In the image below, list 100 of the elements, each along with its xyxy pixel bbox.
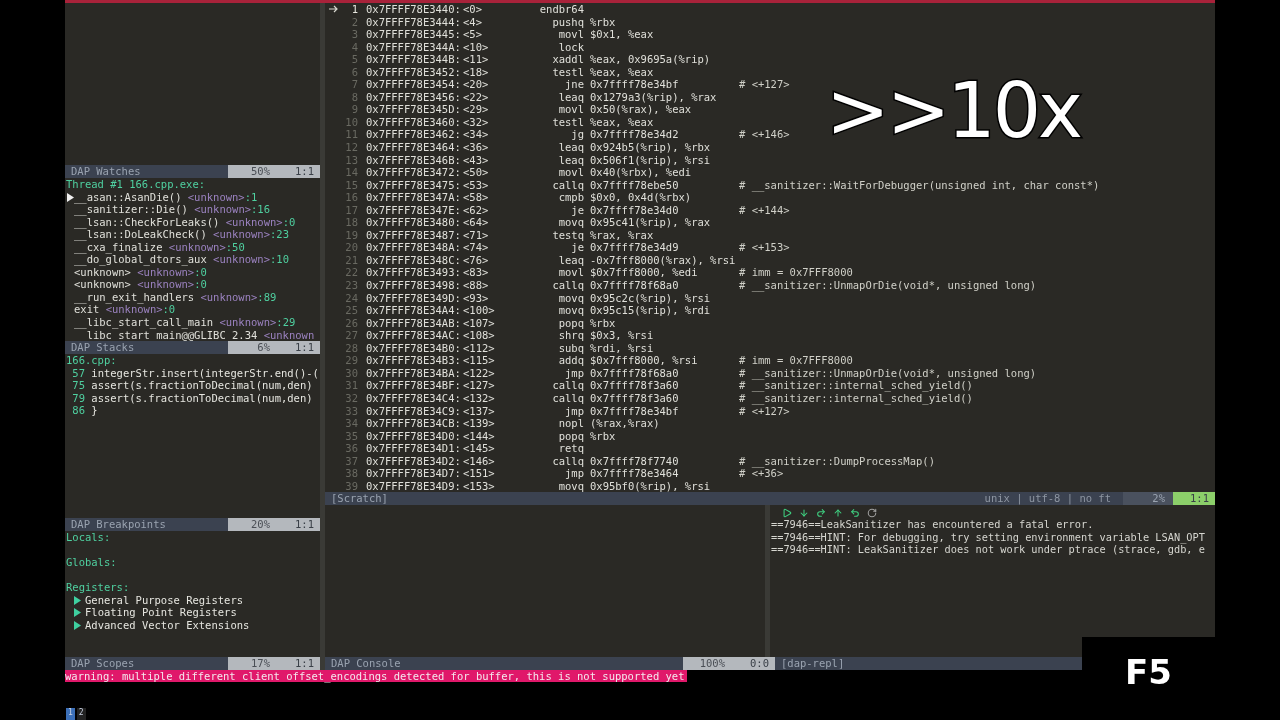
line-number: 35 [344,429,358,443]
mnemonic: leaq [557,253,585,267]
line-number: 25 [344,304,358,317]
address: 0x7FFFF78E3454: [366,78,462,91]
line-number: 26 [344,316,358,330]
comment: # <+127> [739,78,791,91]
stack-frame[interactable]: __asan::AsanDie() [74,190,182,204]
address: 0x7FFFF78E3445: [366,28,462,41]
address: 0x7FFFF78E3456: [366,90,462,104]
offset: <34> [463,128,490,141]
frame-line: :0 [194,265,207,279]
cursor-position: 1:1 [278,518,320,531]
stack-frame[interactable]: __cxa_finalize [74,240,163,254]
repl-output-line: ==7946==HINT: For debugging, try setting environment variable LSAN_OPT [770,530,1206,544]
mnemonic: shrq [557,329,585,342]
breakpoint-code[interactable]: assert(s.fractionToDecimal(num,den) [91,379,313,392]
comment: # <+127> [739,404,790,418]
offset: <145> [463,442,496,455]
frame-line: :89 [257,290,277,304]
line-number: 19 [344,228,358,242]
stack-frame[interactable]: exit [74,303,100,316]
play-icon[interactable] [782,508,792,518]
frame-line: :10 [270,253,289,266]
address: 0x7FFFF78E3464: [366,141,462,154]
operands: 0x95c15(%rip), %rdi [590,304,712,317]
offset: <144> [463,429,496,443]
offset: <93> [463,291,490,305]
tmux-window-tab[interactable]: 2 [76,708,86,720]
line-number: 10 [344,115,358,129]
address: 0x7FFFF78E349D: [366,291,462,305]
offset: <64> [463,216,490,229]
line-number: 32 [344,391,358,405]
stack-frame[interactable]: __run_exit_handlers [74,290,195,304]
line-number: 2 [350,15,358,29]
stack-frame[interactable]: __libc_start_main@@GLIBC_2.34 [74,328,258,341]
offset: <22> [463,90,490,104]
address: 0x7FFFF78E3480: [366,216,462,229]
stack-frame[interactable]: __do_global_dtors_aux [74,253,207,266]
offset: <76> [463,253,490,267]
register-group[interactable]: Floating Point Registers [85,606,237,619]
address: 0x7FFFF78E34CB: [366,417,462,430]
cursor-position: 1:1 [278,165,320,178]
frame-line: :16 [251,203,270,216]
stack-frame[interactable]: __sanitizer::Die() [74,203,188,216]
offset: <146> [463,454,496,468]
address: 0x7FFFF78E34A4: [366,304,462,317]
mnemonic: movq [557,216,585,229]
step-out-icon[interactable] [833,508,843,518]
operands: 0x7ffff78e34d9 [590,241,680,254]
cursor-position: 1:1 [278,341,320,354]
stack-frame[interactable]: __lsan::DoLeakCheck() [74,228,207,241]
register-group[interactable]: General Purpose Registers [85,593,244,607]
offset: <132> [463,391,496,405]
expand-triangle-icon[interactable] [74,620,81,630]
operands: 0x50(%rax), %eax [590,103,693,116]
offset: <11> [463,53,490,66]
operands: %eax, %eax [590,115,655,129]
offset: <10> [463,40,490,54]
operands: %rax, %rax [590,228,655,242]
operands: %eax, %eax [590,65,655,79]
offset: <36> [463,141,490,154]
mnemonic: popq [557,429,585,443]
address: 0x7FFFF78E34D9: [366,479,462,492]
comment: # <+153> [739,241,791,254]
expand-triangle-icon[interactable] [74,595,81,605]
offset: <5> [463,28,483,41]
step-over-icon[interactable] [816,508,826,518]
address: 0x7FFFF78E3493: [366,266,462,280]
stack-frame[interactable]: __lsan::CheckForLeaks() [74,215,220,229]
breakpoint-code[interactable]: } [91,404,98,417]
scope-heading: Locals: [66,531,112,544]
operands: 0x7ffff78e34d0 [590,203,680,217]
restart-icon[interactable] [867,508,877,518]
cursor-position: 0:0 [733,657,775,670]
mnemonic: callq [551,379,585,392]
stack-frame[interactable]: <unknown> [74,265,131,279]
address: 0x7FFFF78E34B0: [366,341,462,355]
step-into-icon[interactable] [799,508,809,518]
breakpoint-code[interactable]: assert(s.fractionToDecimal(num,den) [91,391,313,405]
address: 0x7FFFF78E346B: [366,153,462,167]
line-number: 39 [344,479,358,492]
expand-triangle-icon[interactable] [74,608,81,618]
stack-frame[interactable]: __libc_start_call_main [74,316,214,329]
mnemonic: nopl [557,417,585,430]
line-number: 5 [350,53,358,66]
playback-speed-overlay: >>10x [826,66,1081,156]
frame-source: <unknown> [137,265,195,279]
line-number: 30 [344,366,358,380]
mnemonic: pushq [551,15,585,29]
line-number: 34 [344,417,358,430]
line-number: 4 [350,40,358,54]
mnemonic: leaq [557,90,585,104]
offset: <53> [463,178,490,192]
breakpoint-code[interactable]: integerStr.insert(integerStr.end()-( [91,366,319,380]
mnemonic: callq [551,454,585,468]
register-group[interactable]: Advanced Vector Extensions [85,618,250,632]
step-back-icon[interactable] [850,508,860,518]
stack-frame[interactable]: <unknown> [74,278,131,291]
window-name: DAP Scopes [70,657,136,670]
window-name: [dap-repl] [780,657,846,670]
